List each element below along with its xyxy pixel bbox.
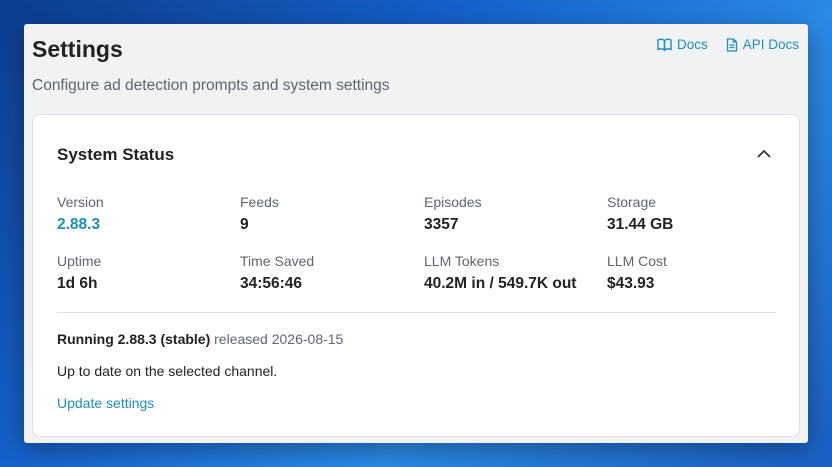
stat-label: Feeds <box>240 194 279 210</box>
release-info: Running 2.88.3 (stable) released 2026-08… <box>57 331 343 347</box>
stat-episodes: Episodes 3357 <box>424 194 607 234</box>
chevron-up-icon <box>757 150 771 158</box>
stat-version: Version 2.88.3 <box>57 194 240 234</box>
stat-label: LLM Tokens <box>424 253 500 269</box>
stat-label: Uptime <box>57 253 102 269</box>
stat-value: 40.2M in / 549.7K out <box>424 275 577 292</box>
update-settings-link[interactable]: Update settings <box>57 395 154 411</box>
stat-value: 9 <box>240 216 249 233</box>
release-version: Running 2.88.3 (stable) <box>57 331 211 347</box>
update-status-message: Up to date on the selected channel. <box>57 363 278 379</box>
settings-window: Settings Configure ad detection prompts … <box>24 24 808 443</box>
stat-feeds: Feeds 9 <box>240 194 424 234</box>
stat-value: $43.93 <box>607 275 655 292</box>
page-subtitle: Configure ad detection prompts and syste… <box>32 77 390 94</box>
stat-value: 34:56:46 <box>240 275 303 292</box>
stat-value: 1d 6h <box>57 275 98 292</box>
stat-label: Storage <box>607 194 657 210</box>
stat-uptime: Uptime 1d 6h <box>57 253 240 293</box>
book-icon <box>657 38 672 51</box>
docs-link[interactable]: Docs <box>657 37 708 52</box>
divider <box>57 312 776 313</box>
api-docs-link[interactable]: API Docs <box>726 37 799 52</box>
stat-time-saved: Time Saved 34:56:46 <box>240 253 424 293</box>
stat-label: Version <box>57 194 104 210</box>
document-icon <box>726 37 738 52</box>
system-status-title: System Status <box>57 145 175 164</box>
stat-value: 31.44 GB <box>607 216 674 233</box>
status-stats-grid: Version 2.88.3 Feeds 9 Episodes 3357 Sto… <box>57 194 777 293</box>
release-date: released 2026-08-15 <box>210 331 344 347</box>
collapse-button[interactable] <box>755 145 773 163</box>
stat-label: Episodes <box>424 194 482 210</box>
version-link[interactable]: 2.88.3 <box>57 215 240 234</box>
api-docs-link-label: API Docs <box>742 37 799 52</box>
top-links: Docs API Docs <box>657 37 799 52</box>
system-status-card: System Status Version 2.88.3 Feeds 9 Epi… <box>32 114 800 437</box>
stat-label: LLM Cost <box>607 253 667 269</box>
stat-llm-cost: LLM Cost $43.93 <box>607 253 777 293</box>
page-title: Settings <box>32 36 123 62</box>
stat-storage: Storage 31.44 GB <box>607 194 777 234</box>
stat-label: Time Saved <box>240 253 315 269</box>
docs-link-label: Docs <box>676 37 708 52</box>
stat-llm-tokens: LLM Tokens 40.2M in / 549.7K out <box>424 253 607 293</box>
stat-value: 3357 <box>424 216 459 233</box>
